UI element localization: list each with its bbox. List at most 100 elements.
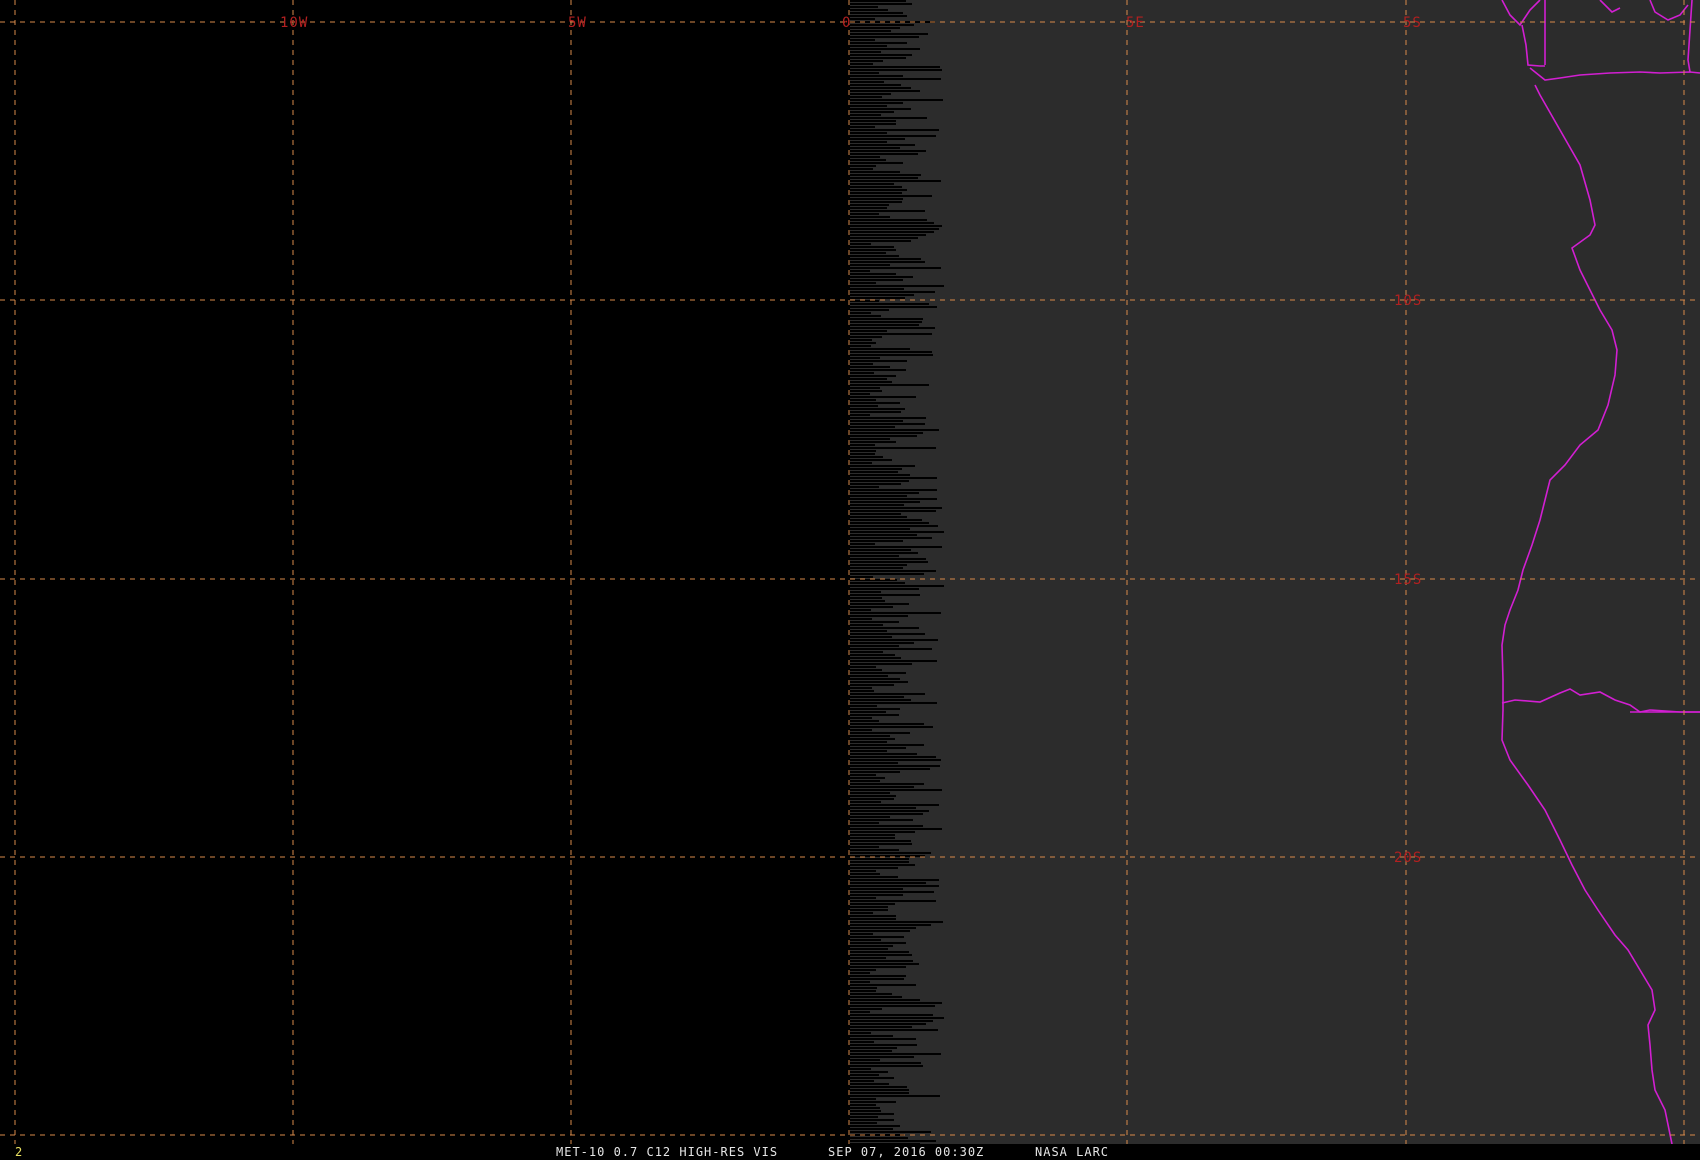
scanline-segment xyxy=(850,309,889,311)
scanline-segment xyxy=(850,801,881,803)
scanline-segment xyxy=(850,618,872,620)
scanline-segment xyxy=(850,168,873,170)
scanline-segment xyxy=(850,348,910,350)
scanline-segment xyxy=(850,411,901,413)
scanline-segment xyxy=(850,399,876,401)
scanline-segment xyxy=(850,333,932,335)
scanline-segment xyxy=(850,447,936,449)
scanline-segment xyxy=(850,264,890,266)
scanline-segment xyxy=(850,303,929,305)
scanline-segment xyxy=(850,354,933,356)
scanline-segment xyxy=(850,816,890,818)
lon-label-10w: 10W xyxy=(280,15,308,31)
scanline-segment xyxy=(850,273,896,275)
scanline-segment xyxy=(850,384,929,386)
scanline-segment xyxy=(850,1056,914,1058)
scanline-segment xyxy=(850,657,901,659)
lat-label-15s: 15S xyxy=(1394,572,1422,588)
scanline-segment xyxy=(850,864,915,866)
scanline-segment xyxy=(850,48,920,50)
scanline-segment xyxy=(850,1086,907,1088)
scanline-segment xyxy=(850,741,887,743)
scanline-segment xyxy=(850,780,880,782)
scanline-segment xyxy=(850,993,892,995)
scanline-segment xyxy=(850,1071,888,1073)
scanline-segment xyxy=(850,825,923,827)
scanline-segment xyxy=(850,1026,912,1028)
scanline-segment xyxy=(850,933,873,935)
scanline-segment xyxy=(850,960,913,962)
scanline-segment xyxy=(850,558,926,560)
scanline-segment xyxy=(850,36,919,38)
scanline-segment xyxy=(850,1089,909,1091)
lat-label-20s: 20S xyxy=(1394,850,1422,866)
scanline-segment xyxy=(850,1107,880,1109)
scanline-segment xyxy=(850,1023,926,1025)
scanline-segment xyxy=(850,156,880,158)
scanline-segment xyxy=(850,879,939,881)
scanline-segment xyxy=(850,705,877,707)
scanline-segment xyxy=(850,177,918,179)
scanline-segment xyxy=(850,291,935,293)
scanline-segment xyxy=(850,717,872,719)
scanline-segment xyxy=(850,822,879,824)
lon-label-5w: 5W xyxy=(568,15,587,31)
scanline-segment xyxy=(850,510,936,512)
scanline-segment xyxy=(850,402,900,404)
scanline-segment xyxy=(850,453,875,455)
scanline-segment xyxy=(850,687,872,689)
scanline-segment xyxy=(850,276,913,278)
scanline-segment xyxy=(850,390,882,392)
scanline-segment xyxy=(850,297,905,299)
scanline-segment xyxy=(850,852,931,854)
scanline-segment xyxy=(850,1005,935,1007)
scanline-segment xyxy=(850,393,870,395)
scanline-segment xyxy=(850,468,902,470)
scanline-segment xyxy=(850,1041,874,1043)
scanline-segment xyxy=(850,282,876,284)
scanline-segment xyxy=(850,936,904,938)
product-label: MET-10 0.7 C12 HIGH-RES VIS xyxy=(556,1145,779,1159)
scanline-segment xyxy=(850,381,892,383)
scanline-segment xyxy=(850,183,894,185)
scanline-segment xyxy=(850,897,876,899)
scanline-segment xyxy=(850,72,879,74)
scanline-segment xyxy=(850,588,919,590)
scanline-segment xyxy=(850,3,912,5)
scanline-segment xyxy=(850,732,910,734)
scanline-segment xyxy=(850,1134,904,1136)
scanline-segment xyxy=(850,93,891,95)
scanline-segment xyxy=(850,1104,876,1106)
satellite-map[interactable]: 10W 5W 0 5E 5S 10S 15S 20S xyxy=(0,0,1700,1144)
scanline-segment xyxy=(850,615,908,617)
scanline-segment xyxy=(850,612,941,614)
scanline-segment xyxy=(850,1035,893,1037)
scanline-segment xyxy=(850,861,909,863)
scanline-segment xyxy=(850,1044,917,1046)
scanline-segment xyxy=(850,747,906,749)
scanline-segment xyxy=(850,0,906,2)
scanline-segment xyxy=(850,798,894,800)
scanline-segment xyxy=(850,942,906,944)
scanline-segment xyxy=(850,285,944,287)
scanline-segment xyxy=(850,663,912,665)
scanline-segment xyxy=(850,90,920,92)
scanline-segment xyxy=(850,81,884,83)
scanline-segment xyxy=(850,690,874,692)
scanline-segment xyxy=(850,1095,940,1097)
scanline-segment xyxy=(850,924,931,926)
scanline-segment xyxy=(850,339,872,341)
scanline-segment xyxy=(850,930,910,932)
scanline-segment xyxy=(850,507,942,509)
scanline-segment xyxy=(850,945,893,947)
lat-label-10s: 10S xyxy=(1394,293,1422,309)
scanline-segment xyxy=(850,759,941,761)
scanline-segment xyxy=(850,336,882,338)
scanline-segment xyxy=(850,603,909,605)
scanline-segment xyxy=(850,378,887,380)
credit-label: NASA LARC xyxy=(1035,1145,1110,1159)
scanline-segment xyxy=(850,699,911,701)
scanline-segment xyxy=(850,306,937,308)
scanline-segment xyxy=(850,477,937,479)
scanline-segment xyxy=(850,171,900,173)
